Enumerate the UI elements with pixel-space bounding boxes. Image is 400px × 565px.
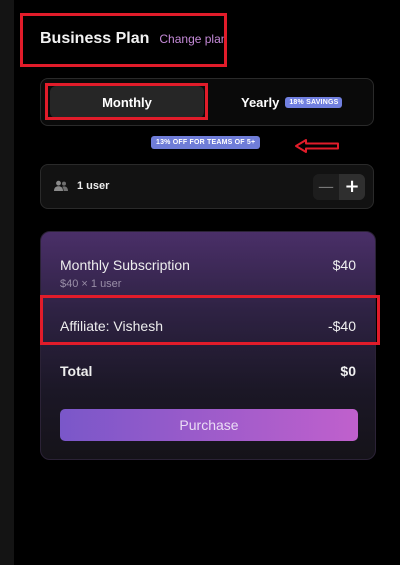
team-discount-badge: 13% OFF FOR TEAMS OF 5+ xyxy=(151,136,261,149)
affiliate-amount: -$40 xyxy=(327,318,356,334)
checkout-panel: Business Plan Change plan Monthly Yearly… xyxy=(14,0,400,565)
total-label: Total xyxy=(60,363,93,379)
tab-yearly-label: Yearly xyxy=(241,94,280,110)
subscription-label: Monthly Subscription xyxy=(60,257,190,273)
affiliate-label: Affiliate: Vishesh xyxy=(60,318,163,334)
billing-period-toggle: Monthly Yearly 18% SAVINGS xyxy=(40,78,374,126)
tab-monthly[interactable]: Monthly xyxy=(50,86,204,118)
users-icon xyxy=(54,180,68,191)
change-plan-link[interactable]: Change plan xyxy=(159,32,227,46)
user-count-row: 1 user — + xyxy=(40,164,374,209)
user-quantity-stepper: — + xyxy=(313,174,365,200)
total-amount: $0 xyxy=(340,363,356,379)
plan-header: Business Plan Change plan xyxy=(40,30,227,48)
tab-yearly[interactable]: Yearly 18% SAVINGS xyxy=(241,86,343,118)
order-summary-card: Monthly Subscription $40 $40 × 1 user Af… xyxy=(40,231,376,460)
yearly-savings-badge: 18% SAVINGS xyxy=(285,96,343,108)
subscription-detail: $40 × 1 user xyxy=(60,278,122,290)
user-count-label: 1 user xyxy=(77,180,110,192)
plan-title: Business Plan xyxy=(40,30,150,47)
purchase-button[interactable]: Purchase xyxy=(60,409,358,441)
annotation-arrow-icon xyxy=(295,139,339,153)
subscription-amount: $40 xyxy=(332,257,356,273)
subscription-line: Monthly Subscription $40 xyxy=(60,257,356,273)
total-line: Total $0 xyxy=(60,363,356,379)
increment-users-button[interactable]: + xyxy=(339,174,365,200)
side-panel-edge xyxy=(0,0,15,565)
decrement-users-button[interactable]: — xyxy=(313,174,339,200)
affiliate-line: Affiliate: Vishesh -$40 xyxy=(60,318,356,334)
